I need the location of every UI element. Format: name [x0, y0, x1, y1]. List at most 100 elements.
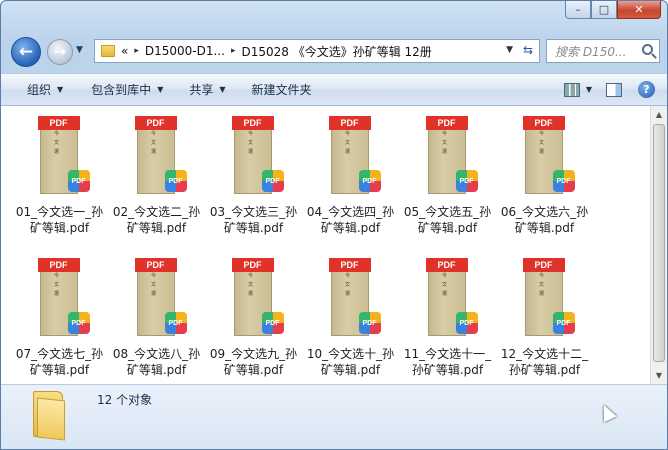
- organize-label: 组织: [27, 83, 52, 97]
- file-item[interactable]: 今文選 PDF PDF 09_今文选九_孙矿等辑.pdf: [205, 248, 302, 378]
- folder-icon: [33, 391, 67, 441]
- history-dropdown[interactable]: ▼: [76, 45, 83, 55]
- cover-title: 今文選: [150, 273, 156, 297]
- file-item[interactable]: 今文選 PDF PDF 11_今文选十一_孙矿等辑.pdf: [399, 248, 496, 378]
- file-item[interactable]: 今文選 PDF PDF 05_今文选五_孙矿等辑.pdf: [399, 106, 496, 236]
- address-segment-parent[interactable]: D15000-D1...: [145, 44, 225, 58]
- organize-menu[interactable]: 组织 ▼: [1, 74, 73, 105]
- pdf-band: PDF: [425, 116, 468, 130]
- search-box[interactable]: 搜索 D150...: [546, 39, 660, 63]
- cover-title: 今文選: [150, 131, 156, 155]
- cover-title: 今文選: [344, 273, 350, 297]
- scroll-down-icon[interactable]: ▼: [651, 367, 667, 384]
- file-item[interactable]: 今文選 PDF PDF 06_今文选六_孙矿等辑.pdf: [496, 106, 593, 236]
- pdf-app-icon: PDF: [552, 170, 575, 192]
- navigation-row: ← → ▼ « ▸ D15000-D1... ▸ D15028 《今文选》孙矿等…: [1, 35, 667, 67]
- cover-title: 今文選: [53, 131, 59, 155]
- file-name: 11_今文选十一_孙矿等辑.pdf: [403, 347, 492, 377]
- file-item[interactable]: 今文選 PDF PDF 10_今文选十_孙矿等辑.pdf: [302, 248, 399, 378]
- command-bar: 组织 ▼ 包含到库中 ▼ 共享 ▼ 新建文件夹 ▼ ?: [1, 73, 667, 106]
- cover-title: 今文選: [538, 131, 544, 155]
- back-button[interactable]: ←: [11, 37, 41, 67]
- file-item[interactable]: 今文選 PDF PDF 04_今文选四_孙矿等辑.pdf: [302, 106, 399, 236]
- folder-icon: [101, 45, 115, 57]
- chevron-right-icon[interactable]: ▸: [134, 46, 139, 56]
- chevron-down-icon: ▼: [76, 45, 83, 55]
- scroll-thumb[interactable]: [653, 124, 665, 362]
- file-name: 02_今文选二_孙矿等辑.pdf: [112, 205, 201, 235]
- caret-down-icon[interactable]: ▼: [586, 85, 592, 94]
- cover-title: 今文選: [247, 131, 253, 155]
- file-name: 10_今文选十_孙矿等辑.pdf: [306, 347, 395, 377]
- refresh-icon[interactable]: ⇆: [523, 43, 533, 57]
- caption-buttons: – □ ✕: [565, 1, 661, 19]
- address-dropdown-icon[interactable]: ▼: [506, 45, 513, 55]
- preview-pane-icon[interactable]: [606, 82, 622, 97]
- pdf-app-icon: PDF: [164, 312, 187, 334]
- search-icon[interactable]: [642, 44, 653, 55]
- address-bar[interactable]: « ▸ D15000-D1... ▸ D15028 《今文选》孙矿等辑 12册 …: [94, 39, 540, 63]
- address-overflow[interactable]: «: [121, 44, 128, 58]
- new-folder-label: 新建文件夹: [251, 83, 312, 97]
- pdf-band: PDF: [231, 258, 274, 272]
- cover-title: 今文選: [441, 273, 447, 297]
- pdf-band: PDF: [134, 116, 177, 130]
- pdf-app-icon: PDF: [358, 312, 381, 334]
- pdf-app-icon: PDF: [67, 170, 90, 192]
- pdf-app-icon: PDF: [552, 312, 575, 334]
- file-name: 12_今文选十二_孙矿等辑.pdf: [500, 347, 589, 377]
- chevron-right-icon[interactable]: ▸: [231, 46, 236, 56]
- file-item[interactable]: 今文選 PDF PDF 03_今文选三_孙矿等辑.pdf: [205, 106, 302, 236]
- share-label: 共享: [189, 83, 214, 97]
- cover-title: 今文選: [344, 131, 350, 155]
- file-view[interactable]: 今文選 PDF PDF 01_今文选一_孙矿等辑.pdf 今文選 PDF PDF 02_今文选…: [1, 106, 650, 384]
- new-folder-button[interactable]: 新建文件夹: [236, 74, 322, 105]
- cover-title: 今文選: [247, 273, 253, 297]
- close-button[interactable]: ✕: [617, 1, 661, 19]
- vertical-scrollbar[interactable]: ▲ ▼: [650, 106, 667, 384]
- help-icon[interactable]: ?: [638, 81, 655, 98]
- file-item[interactable]: 今文選 PDF PDF 08_今文选八_孙矿等辑.pdf: [108, 248, 205, 378]
- forward-button[interactable]: →: [47, 39, 73, 65]
- pdf-file-icon: 今文選 PDF PDF: [425, 258, 478, 336]
- include-library-menu[interactable]: 包含到库中 ▼: [73, 74, 173, 105]
- file-item[interactable]: 今文選 PDF PDF 07_今文选七_孙矿等辑.pdf: [11, 248, 108, 378]
- search-input[interactable]: 搜索 D150...: [555, 43, 626, 60]
- pdf-band: PDF: [231, 116, 274, 130]
- pdf-band: PDF: [328, 258, 371, 272]
- pdf-file-icon: 今文選 PDF PDF: [231, 258, 284, 336]
- address-segment-current[interactable]: D15028 《今文选》孙矿等辑 12册: [241, 43, 431, 60]
- share-menu[interactable]: 共享 ▼: [173, 74, 235, 105]
- pdf-band: PDF: [134, 258, 177, 272]
- pdf-file-icon: 今文選 PDF PDF: [425, 116, 478, 194]
- pdf-file-icon: 今文選 PDF PDF: [522, 258, 575, 336]
- file-name: 08_今文选八_孙矿等辑.pdf: [112, 347, 201, 377]
- arrow-right-icon: →: [54, 44, 66, 60]
- toolbar-right: ▼ ?: [563, 74, 667, 105]
- file-name: 09_今文选九_孙矿等辑.pdf: [209, 347, 298, 377]
- caret-down-icon: ▼: [57, 85, 64, 94]
- pdf-band: PDF: [328, 116, 371, 130]
- scroll-up-icon[interactable]: ▲: [651, 106, 667, 123]
- file-name: 07_今文选七_孙矿等辑.pdf: [15, 347, 104, 377]
- pdf-file-icon: 今文選 PDF PDF: [231, 116, 284, 194]
- maximize-button[interactable]: □: [591, 1, 617, 19]
- explorer-window: – □ ✕ ← → ▼ « ▸ D15000-D1... ▸ D15028 《今…: [0, 0, 668, 450]
- file-item[interactable]: 今文選 PDF PDF 01_今文选一_孙矿等辑.pdf: [11, 106, 108, 236]
- caret-down-icon: ▼: [219, 85, 226, 94]
- pdf-band: PDF: [522, 258, 565, 272]
- cover-title: 今文選: [538, 273, 544, 297]
- minimize-button[interactable]: –: [565, 1, 591, 19]
- caret-down-icon: ▼: [157, 85, 164, 94]
- file-item[interactable]: 今文選 PDF PDF 02_今文选二_孙矿等辑.pdf: [108, 106, 205, 236]
- item-count: 12 个对象: [97, 393, 153, 407]
- pdf-app-icon: PDF: [67, 312, 90, 334]
- pdf-band: PDF: [522, 116, 565, 130]
- pdf-band: PDF: [37, 116, 80, 130]
- pdf-band: PDF: [425, 258, 468, 272]
- pdf-app-icon: PDF: [261, 170, 284, 192]
- arrow-left-icon: ←: [18, 42, 34, 62]
- file-item[interactable]: 今文選 PDF PDF 12_今文选十二_孙矿等辑.pdf: [496, 248, 593, 378]
- change-view-icon[interactable]: [563, 82, 580, 97]
- pdf-band: PDF: [37, 258, 80, 272]
